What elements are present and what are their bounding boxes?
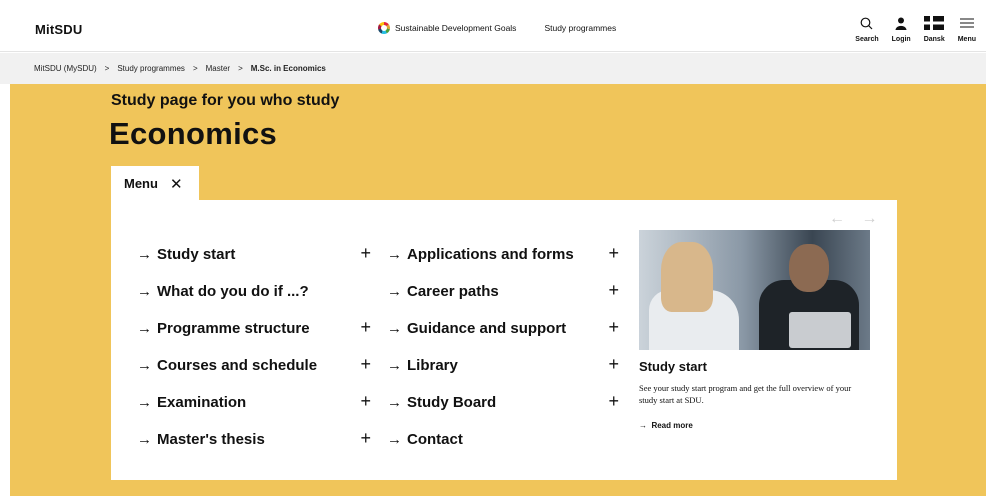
- search-label: Search: [855, 36, 879, 43]
- login-label: Login: [891, 36, 911, 43]
- arrow-right-icon: →: [137, 246, 152, 263]
- menu-item-contact[interactable]: → Contact: [387, 421, 619, 458]
- menu-item-label: Career paths: [407, 283, 499, 300]
- read-more-link[interactable]: → Read more: [639, 421, 870, 430]
- hamburger-icon: [959, 12, 975, 34]
- menu-item-label: Contact: [407, 431, 463, 448]
- breadcrumb-item[interactable]: Study programmes: [117, 64, 185, 73]
- user-icon: [895, 12, 907, 34]
- menu-item-study-start[interactable]: → Study start +: [137, 236, 371, 273]
- breadcrumb-item[interactable]: MitSDU (MySDU): [34, 64, 97, 73]
- arrow-right-icon: →: [137, 431, 152, 448]
- featured-photo[interactable]: [639, 230, 870, 350]
- menu-item-label: Study start: [157, 246, 236, 263]
- breadcrumb-item[interactable]: Master: [206, 64, 230, 73]
- close-icon[interactable]: ✕: [170, 175, 183, 193]
- top-navigation: Sustainable Development Goals Study prog…: [378, 22, 616, 34]
- expand-plus-icon[interactable]: +: [608, 391, 619, 412]
- menu-label: Menu: [957, 36, 976, 43]
- menu-item-courses-and-schedule[interactable]: → Courses and schedule +: [137, 347, 371, 384]
- language-button[interactable]: Dansk: [924, 12, 945, 43]
- menu-item-study-board[interactable]: → Study Board +: [387, 384, 619, 421]
- main-menu-button[interactable]: Menu: [958, 12, 976, 43]
- arrow-right-icon: →: [387, 283, 402, 300]
- arrow-right-icon: →: [387, 320, 402, 337]
- featured-title[interactable]: Study start: [639, 359, 870, 374]
- arrow-right-icon: →: [639, 421, 647, 430]
- menu-item-programme-structure[interactable]: → Programme structure +: [137, 310, 371, 347]
- expand-plus-icon[interactable]: +: [608, 280, 619, 301]
- sdg-link[interactable]: Sustainable Development Goals: [378, 22, 516, 34]
- arrow-right-icon: →: [387, 246, 402, 263]
- menu-item-label: Guidance and support: [407, 320, 567, 337]
- menu-column-left: → Study start + → What do you do if ...?…: [137, 236, 371, 458]
- menu-item-label: Courses and schedule: [157, 357, 318, 374]
- search-icon: [860, 12, 873, 34]
- arrow-right-icon: →: [387, 431, 402, 448]
- expand-plus-icon[interactable]: +: [608, 243, 619, 264]
- featured-text: See your study start program and get the…: [639, 383, 852, 405]
- hero-subtitle: Study page for you who study: [111, 92, 340, 109]
- photo-figure: [661, 242, 713, 312]
- arrow-right-icon: →: [137, 320, 152, 337]
- read-more-label: Read more: [651, 421, 693, 430]
- sdg-wheel-icon: [378, 22, 390, 34]
- menu-item-label: Programme structure: [157, 320, 310, 337]
- expand-plus-icon[interactable]: +: [360, 354, 371, 375]
- photo-laptop: [789, 312, 851, 348]
- breadcrumb-separator: >: [238, 64, 243, 73]
- header-tools: Search Login Dansk Menu: [855, 12, 976, 43]
- menu-item-label: Applications and forms: [407, 246, 574, 263]
- arrow-right-icon: →: [137, 394, 152, 411]
- breadcrumb: MitSDU (MySDU) > Study programmes > Mast…: [0, 53, 986, 84]
- breadcrumb-current: M.Sc. in Economics: [250, 64, 326, 73]
- study-menu-panel: ← → → Study start + → What do you do if …: [111, 200, 897, 480]
- arrow-right-icon: →: [387, 394, 402, 411]
- menu-item-what-do-you-do-if[interactable]: → What do you do if ...?: [137, 273, 371, 310]
- menu-item-label: What do you do if ...?: [157, 283, 309, 300]
- expand-plus-icon[interactable]: +: [360, 428, 371, 449]
- menu-item-guidance-and-support[interactable]: → Guidance and support +: [387, 310, 619, 347]
- menu-item-library[interactable]: → Library +: [387, 347, 619, 384]
- carousel-arrows-icon[interactable]: ← →: [829, 210, 883, 228]
- photo-figure: [789, 244, 829, 292]
- login-button[interactable]: Login: [892, 12, 911, 43]
- site-header: MitSDU Sustainable Development Goals Stu…: [0, 0, 986, 52]
- expand-plus-icon[interactable]: +: [608, 317, 619, 338]
- menu-item-label: Examination: [157, 394, 247, 411]
- expand-plus-icon[interactable]: +: [360, 317, 371, 338]
- study-menu-label: Menu: [124, 176, 158, 191]
- menu-column-right: → Applications and forms + → Career path…: [387, 236, 619, 458]
- sdg-link-label: Sustainable Development Goals: [395, 23, 517, 33]
- menu-item-label: Master's thesis: [157, 431, 265, 448]
- search-button[interactable]: Search: [855, 12, 879, 43]
- menu-item-examination[interactable]: → Examination +: [137, 384, 371, 421]
- study-programmes-link[interactable]: Study programmes: [544, 23, 616, 33]
- menu-item-masters-thesis[interactable]: → Master's thesis +: [137, 421, 371, 458]
- breadcrumb-separator: >: [104, 64, 110, 73]
- page-title: Economics: [109, 116, 278, 151]
- arrow-right-icon: →: [137, 283, 152, 300]
- expand-plus-icon[interactable]: +: [360, 391, 371, 412]
- menu-item-label: Library: [407, 357, 458, 374]
- breadcrumb-separator: >: [192, 64, 198, 73]
- expand-plus-icon[interactable]: +: [608, 354, 619, 375]
- arrow-right-icon: →: [137, 357, 152, 374]
- arrow-right-icon: →: [387, 357, 402, 374]
- menu-item-career-paths[interactable]: → Career paths +: [387, 273, 619, 310]
- danish-flag-icon: [924, 12, 945, 34]
- menu-item-label: Study Board: [407, 394, 497, 411]
- featured-card: Study start See your study start program…: [639, 230, 870, 430]
- menu-item-applications-and-forms[interactable]: → Applications and forms +: [387, 236, 619, 273]
- language-label: Dansk: [923, 36, 945, 43]
- expand-plus-icon[interactable]: +: [360, 243, 371, 264]
- site-logo[interactable]: MitSDU: [35, 22, 82, 37]
- study-menu-toggle[interactable]: Menu ✕: [111, 166, 199, 201]
